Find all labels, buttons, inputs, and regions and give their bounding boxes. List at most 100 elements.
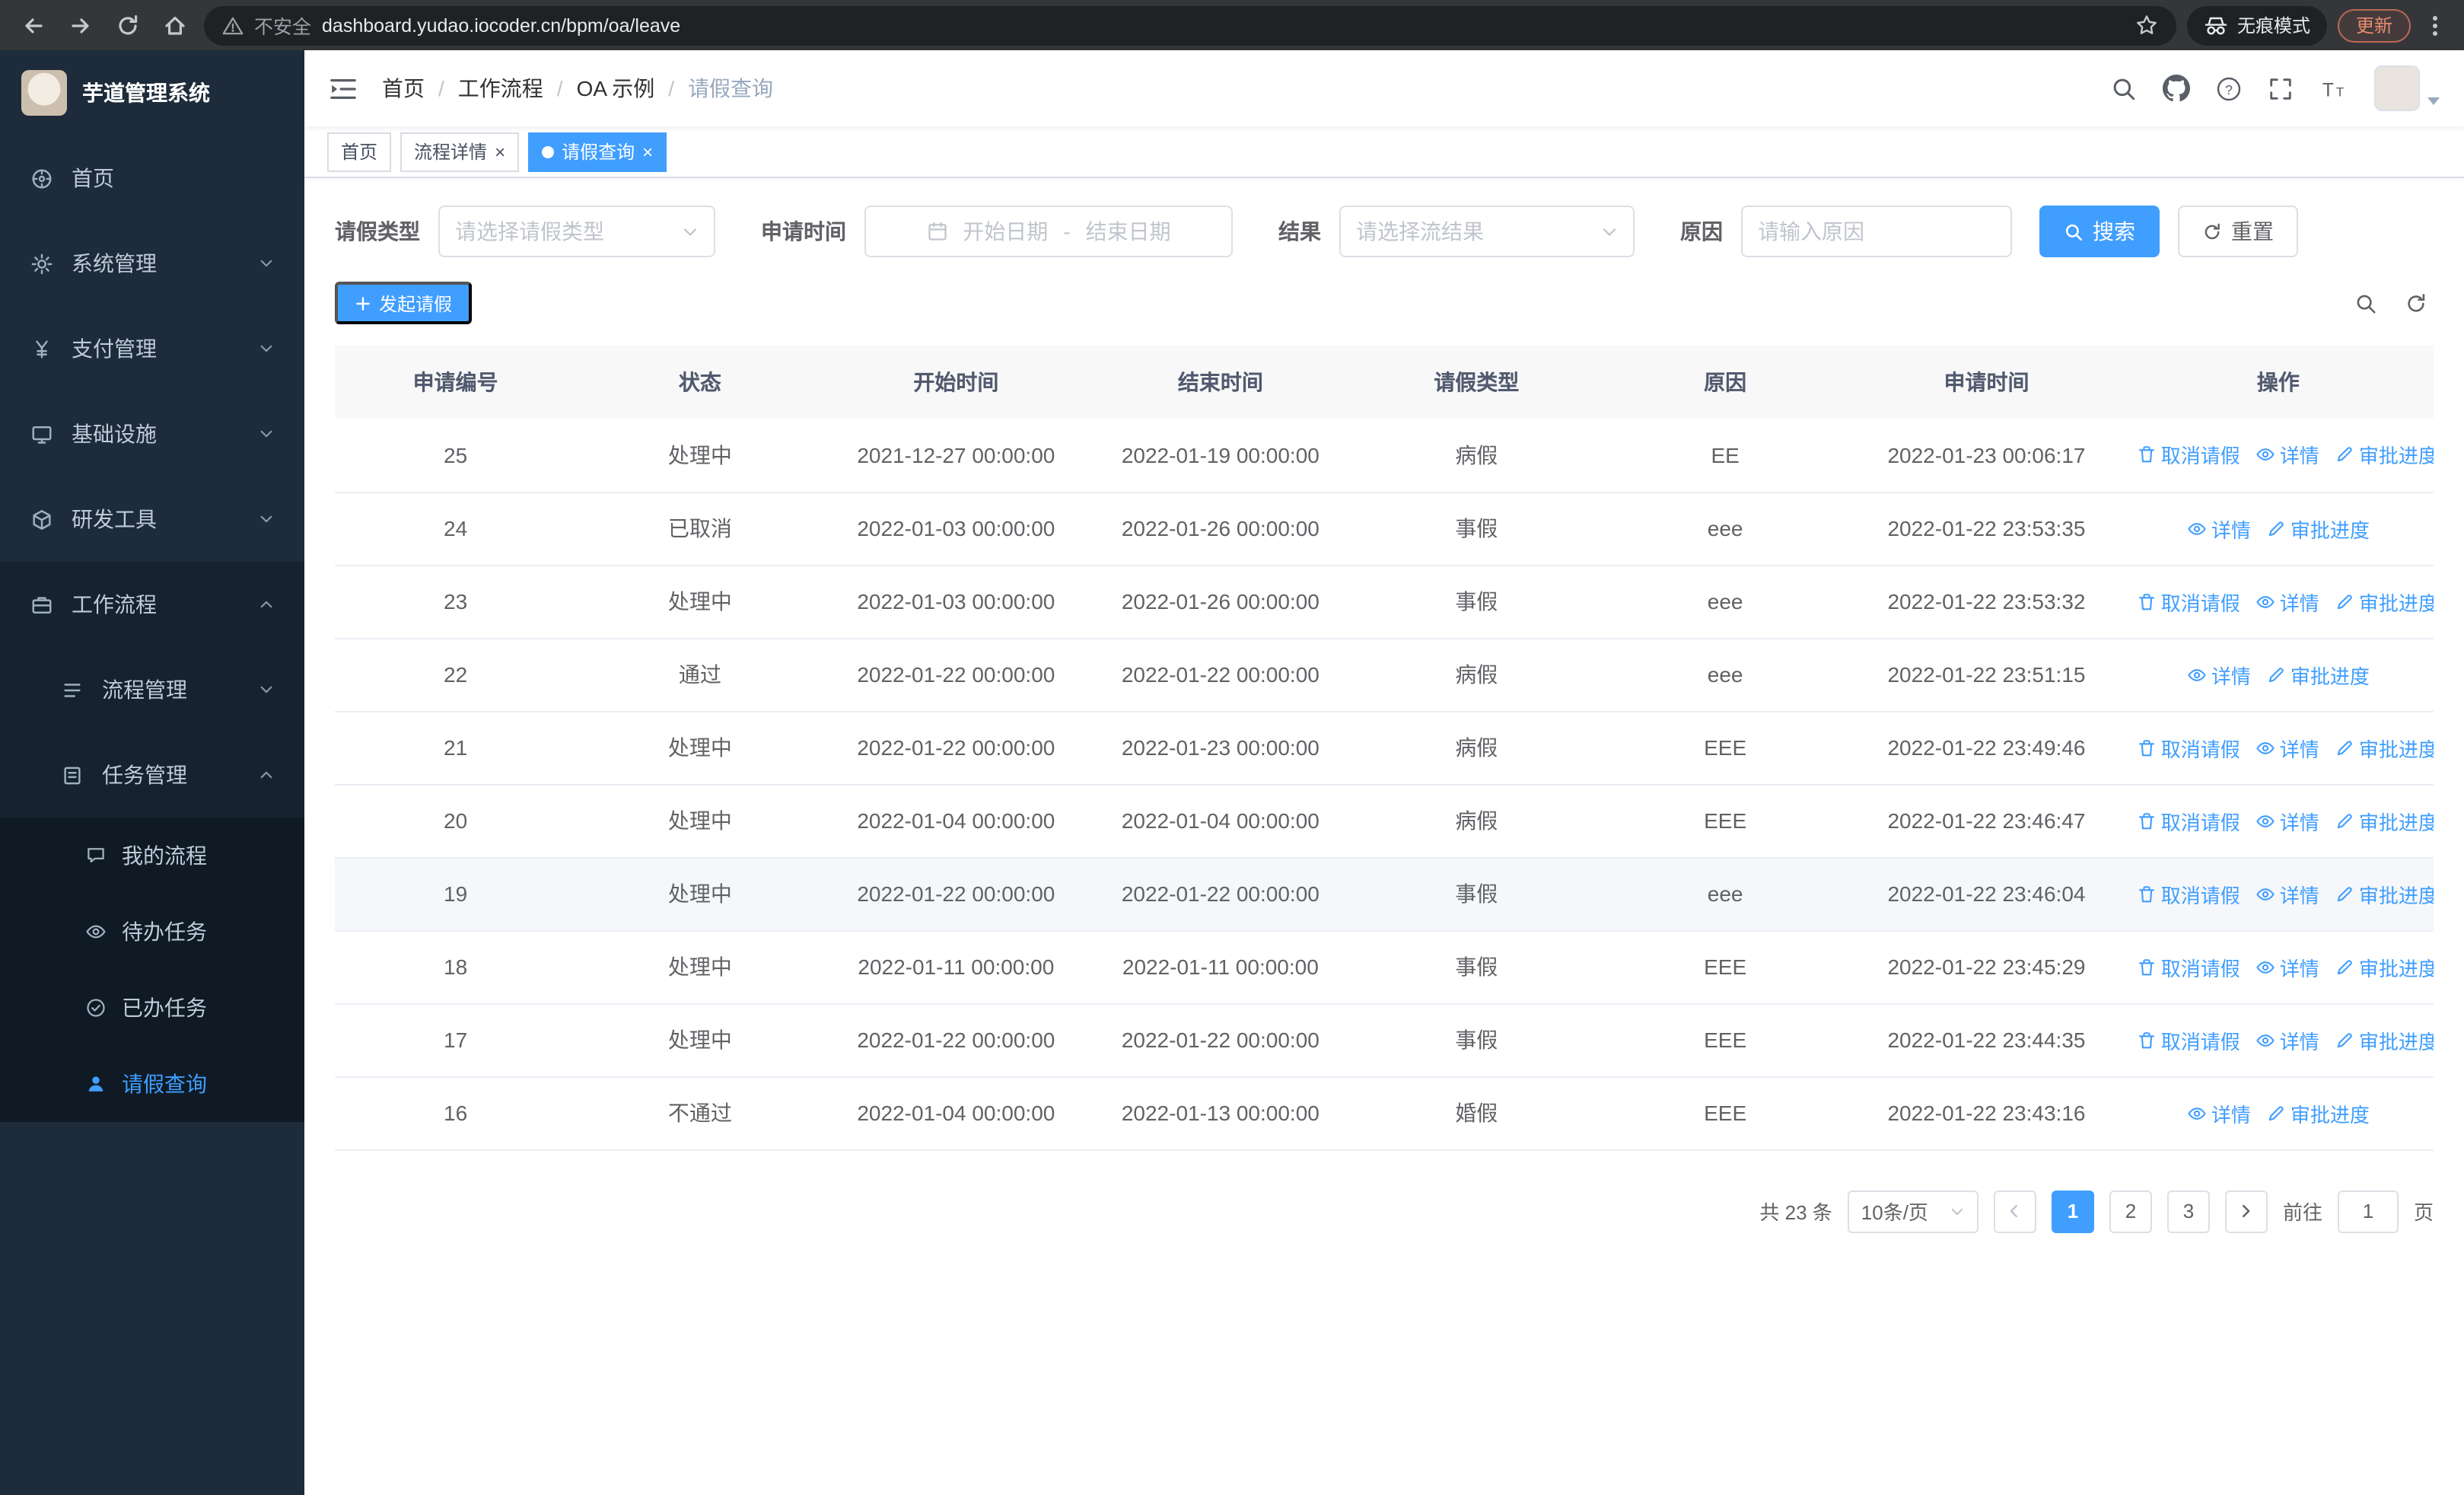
browser-home-icon[interactable] (157, 7, 193, 43)
cell-status: 处理中 (576, 930, 824, 1004)
cancel-leave-link[interactable]: 取消请假 (2137, 1025, 2240, 1054)
bookmark-star-icon[interactable] (2135, 14, 2158, 37)
detail-link[interactable]: 详情 (2255, 733, 2319, 762)
action-label: 取消请假 (2160, 591, 2240, 614)
fullscreen-icon[interactable] (2268, 75, 2294, 101)
page-button-3[interactable]: 3 (2166, 1190, 2210, 1232)
detail-link[interactable]: 详情 (2255, 441, 2319, 470)
sidebar-item-label: 请假查询 (122, 1072, 207, 1096)
detail-link[interactable]: 详情 (2187, 660, 2251, 689)
breadcrumb-separator: / (556, 76, 563, 100)
page-button-1[interactable]: 1 (2051, 1190, 2094, 1232)
apply-time-range-picker[interactable]: 开始日期 - 结束日期 (864, 206, 1233, 257)
tab-label: 流程详情 (414, 142, 488, 163)
cell-end-time: 2022-01-26 00:00:00 (1088, 492, 1353, 566)
approval-progress-link[interactable]: 审批进度 (2335, 1025, 2434, 1054)
approval-progress-link[interactable]: 审批进度 (2335, 806, 2434, 835)
approval-progress-link[interactable]: 审批进度 (2266, 514, 2370, 543)
table-row: 18 处理中 2022-01-11 00:00:00 2022-01-11 00:00… (335, 930, 2434, 1004)
page-button-2[interactable]: 2 (2109, 1190, 2152, 1232)
detail-link[interactable]: 详情 (2187, 514, 2251, 543)
font-size-icon[interactable]: TT (2319, 75, 2348, 101)
sidebar-item-home[interactable]: 首页 (0, 135, 304, 221)
refresh-table-icon[interactable] (2405, 292, 2427, 314)
result-select[interactable]: 请选择流结果 (1339, 206, 1635, 257)
sidebar-item-my-process[interactable]: 我的流程 (0, 818, 304, 894)
header-search-icon[interactable] (2111, 75, 2137, 101)
detail-link[interactable]: 详情 (2187, 1098, 2251, 1127)
trash-icon (2137, 957, 2157, 977)
action-label: 详情 (2279, 811, 2319, 834)
sidebar-item-infrastructure[interactable]: 基础设施 (0, 391, 304, 477)
detail-link[interactable]: 详情 (2255, 879, 2319, 908)
sidebar-item-todo-tasks[interactable]: 待办任务 (0, 894, 304, 970)
cell-start-time: 2022-01-22 00:00:00 (823, 857, 1089, 931)
cell-actions: 详情 审批进度 (2122, 492, 2434, 566)
sidebar-item-process-management[interactable]: 流程管理 (0, 647, 304, 732)
sidebar-item-payment[interactable]: 支付管理 (0, 306, 304, 391)
url-bar[interactable]: 不安全 dashboard.yudao.iocoder.cn/bpm/oa/le… (204, 5, 2176, 45)
cell-status: 处理中 (576, 565, 824, 639)
user-menu[interactable] (2374, 65, 2440, 111)
prev-page-button[interactable] (1993, 1190, 2036, 1232)
sidebar-item-done-tasks[interactable]: 已办任务 (0, 970, 304, 1046)
cancel-leave-link[interactable]: 取消请假 (2137, 806, 2240, 835)
sidebar-item-system[interactable]: 系统管理 (0, 221, 304, 306)
close-icon[interactable]: × (642, 142, 653, 161)
breadcrumb-oa-example[interactable]: OA 示例 (577, 73, 655, 104)
tab-process-detail[interactable]: 流程详情 × (400, 132, 520, 171)
cancel-leave-link[interactable]: 取消请假 (2137, 587, 2240, 616)
tab-home[interactable]: 首页 (327, 132, 392, 171)
detail-link[interactable]: 详情 (2255, 587, 2319, 616)
goto-page-input[interactable] (2337, 1190, 2399, 1232)
approval-progress-link[interactable]: 审批进度 (2335, 952, 2434, 981)
leave-type-select[interactable]: 请选择请假类型 (438, 206, 715, 257)
cell-end-time: 2022-01-11 00:00:00 (1088, 930, 1353, 1004)
approval-progress-link[interactable]: 审批进度 (2266, 660, 2370, 689)
cancel-leave-link[interactable]: 取消请假 (2137, 879, 2240, 908)
cell-actions: 取消请假 详情 审批进度 (2122, 419, 2434, 492)
search-button[interactable]: 搜索 (2039, 206, 2160, 257)
approval-progress-link[interactable]: 审批进度 (2266, 1098, 2370, 1127)
cancel-leave-link[interactable]: 取消请假 (2137, 733, 2240, 762)
browser-back-icon[interactable] (15, 7, 52, 43)
sidebar-collapse-icon[interactable] (329, 74, 358, 103)
eye-icon (2255, 445, 2275, 465)
chevron-down-icon (259, 512, 274, 527)
breadcrumb-workflow[interactable]: 工作流程 (458, 73, 543, 104)
sidebar-item-leave-query[interactable]: 请假查询 (0, 1046, 304, 1122)
cell-end-time: 2022-01-22 00:00:00 (1088, 638, 1353, 712)
approval-progress-link[interactable]: 审批进度 (2335, 733, 2434, 762)
cell-start-time: 2022-01-11 00:00:00 (823, 930, 1089, 1004)
approval-progress-link[interactable]: 审批进度 (2335, 441, 2434, 470)
sidebar-item-devtools[interactable]: 研发工具 (0, 477, 304, 562)
approval-progress-link[interactable]: 审批进度 (2335, 879, 2434, 908)
browser-menu-icon[interactable] (2421, 13, 2449, 37)
reason-input[interactable] (1741, 206, 2012, 257)
create-leave-button[interactable]: 发起请假 (335, 282, 473, 324)
breadcrumb-home[interactable]: 首页 (382, 73, 425, 104)
browser-reload-icon[interactable] (110, 7, 146, 43)
detail-link[interactable]: 详情 (2255, 1025, 2319, 1054)
approval-progress-link[interactable]: 审批进度 (2335, 587, 2434, 616)
col-reason: 原因 (1600, 346, 1851, 419)
tab-leave-query[interactable]: 请假查询 × (528, 132, 667, 171)
trash-icon (2137, 811, 2157, 830)
reset-button[interactable]: 重置 (2178, 206, 2298, 257)
page-size-select[interactable]: 10条/页 (1847, 1190, 1979, 1232)
help-icon[interactable]: ? (2216, 75, 2242, 101)
update-button[interactable]: 更新 (2337, 8, 2411, 42)
toggle-search-icon[interactable] (2354, 292, 2377, 314)
sidebar-item-task-management[interactable]: 任务管理 (0, 732, 304, 818)
cell-end-time: 2022-01-26 00:00:00 (1088, 565, 1353, 639)
detail-link[interactable]: 详情 (2255, 952, 2319, 981)
sidebar-item-workflow[interactable]: 工作流程 (0, 562, 304, 647)
cancel-leave-link[interactable]: 取消请假 (2137, 952, 2240, 981)
eye-icon (2255, 1030, 2275, 1050)
detail-link[interactable]: 详情 (2255, 806, 2319, 835)
next-page-button[interactable] (2224, 1190, 2268, 1232)
github-icon[interactable] (2163, 75, 2190, 102)
browser-forward-icon[interactable] (62, 7, 99, 43)
cancel-leave-link[interactable]: 取消请假 (2137, 441, 2240, 470)
close-icon[interactable]: × (495, 142, 505, 161)
